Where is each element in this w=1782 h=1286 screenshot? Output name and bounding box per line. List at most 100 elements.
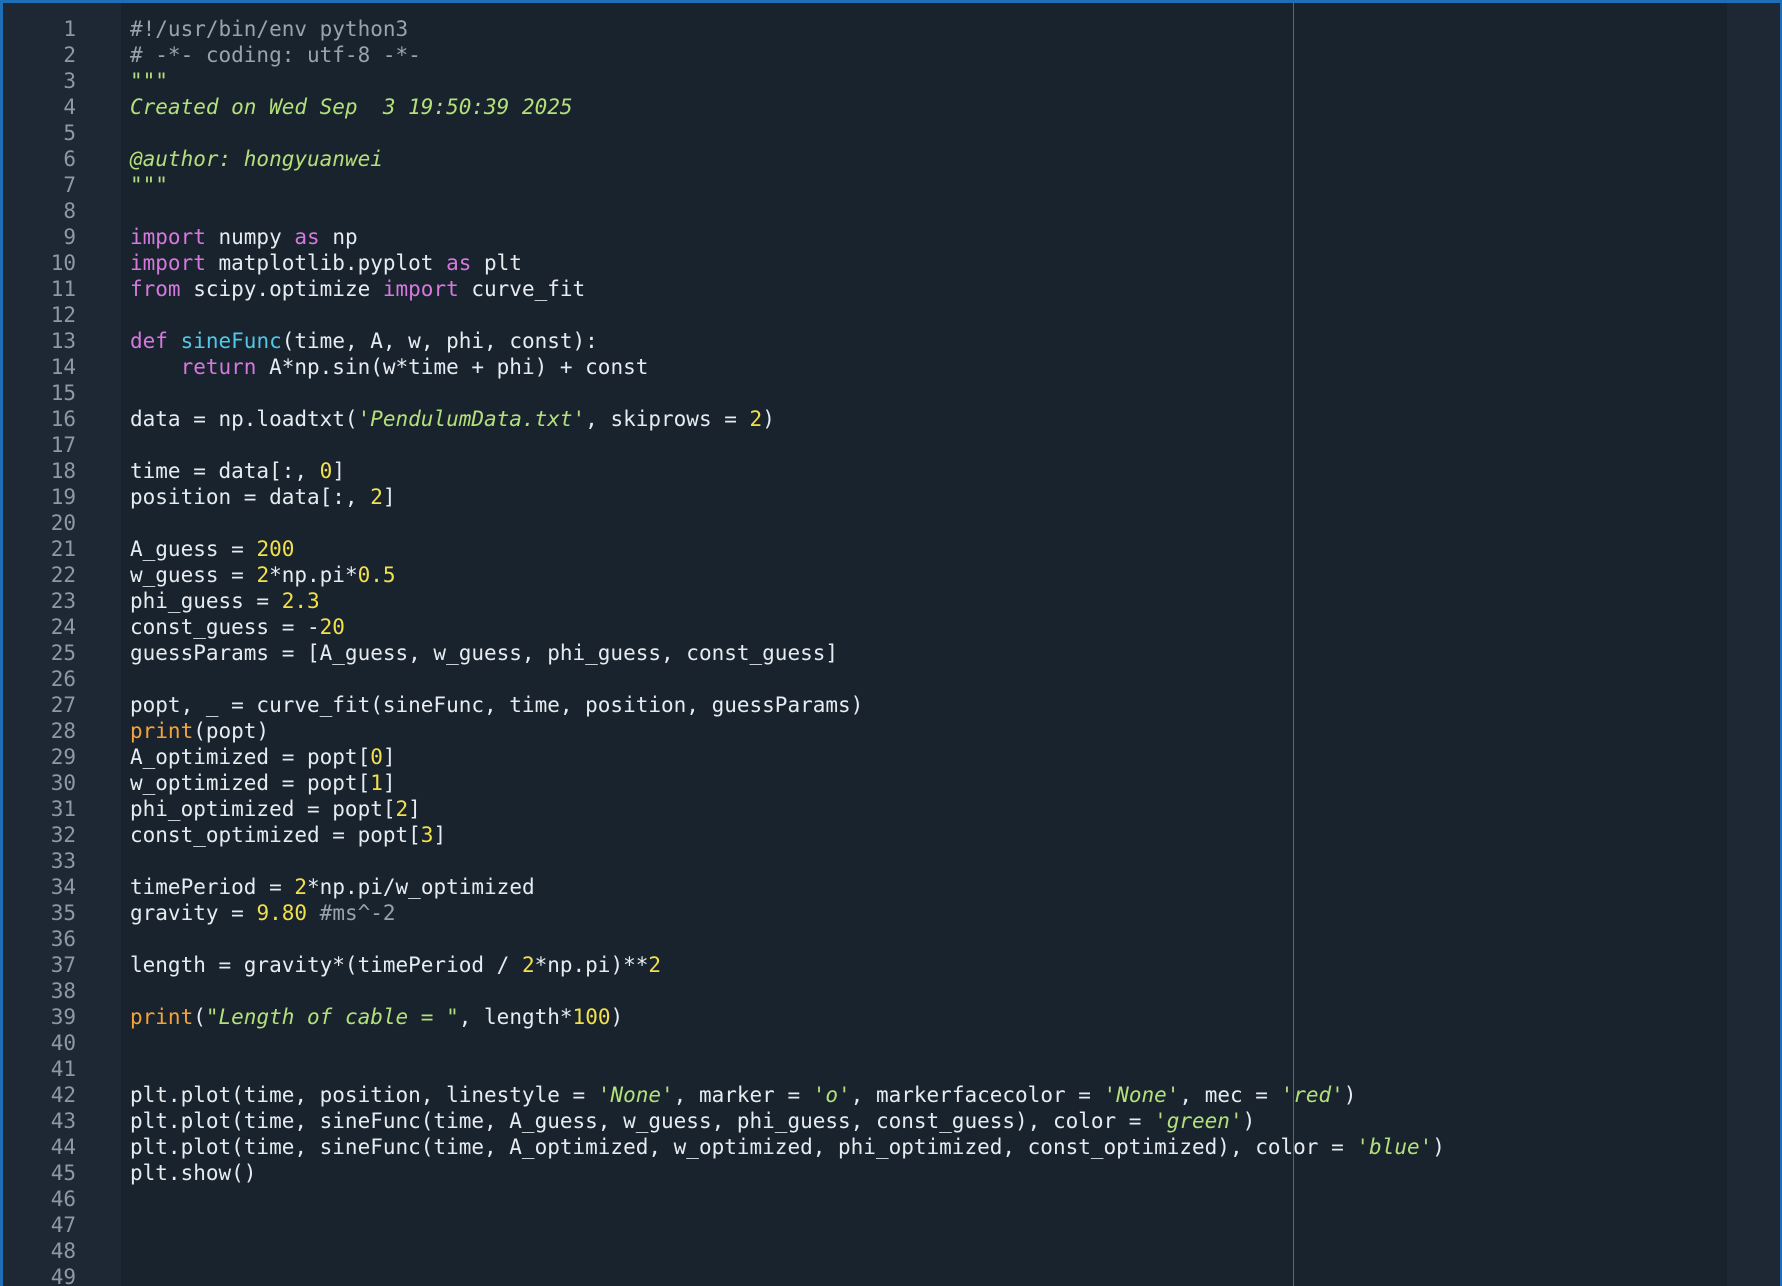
text-token: plt xyxy=(471,251,522,275)
line-number: 44 xyxy=(50,1135,76,1159)
code-line[interactable]: phi_optimized = popt[2] xyxy=(130,796,421,822)
code-line[interactable]: const_guess = -20 xyxy=(130,614,345,640)
text-token: const_optimized = popt[ xyxy=(130,823,421,847)
text-token: guessParams = [A_guess, w_guess, phi_gue… xyxy=(130,641,839,665)
text-token: (time, A, w, phi, const): xyxy=(281,329,598,353)
number-token: 200 xyxy=(256,537,295,561)
code-line[interactable]: plt.plot(time, sineFunc(time, A_guess, w… xyxy=(130,1108,1255,1134)
line-number: 32 xyxy=(50,823,76,847)
number-token: 20 xyxy=(319,615,345,639)
string-token: "Length of cable = " xyxy=(205,1005,459,1029)
keyword-token: from xyxy=(130,277,181,301)
text-token: w_optimized = popt[ xyxy=(130,771,371,795)
text-token: , mec = xyxy=(1179,1083,1281,1107)
text-token: (popt) xyxy=(193,719,270,743)
docstring-token: """ xyxy=(130,69,168,93)
number-token: 2 xyxy=(395,797,409,821)
line-number: 16 xyxy=(50,407,76,431)
text-token: phi_guess = xyxy=(130,589,282,613)
code-line[interactable]: from scipy.optimize import curve_fit xyxy=(130,276,585,302)
string-token: 'o' xyxy=(812,1083,851,1107)
overview-ruler[interactable] xyxy=(1727,3,1780,1286)
line-number: 7 xyxy=(63,173,76,197)
code-line[interactable]: const_optimized = popt[3] xyxy=(130,822,446,848)
code-line[interactable]: data = np.loadtxt('PendulumData.txt', sk… xyxy=(130,406,775,432)
number-token: 3 xyxy=(420,823,434,847)
text-token: ] xyxy=(332,459,345,483)
code-line[interactable]: """ xyxy=(130,68,168,94)
code-line[interactable]: length = gravity*(timePeriod / 2*np.pi)*… xyxy=(130,952,661,978)
code-line[interactable]: #!/usr/bin/env python3 xyxy=(130,16,408,42)
string-token: 'None' xyxy=(597,1083,674,1107)
line-number: 22 xyxy=(50,563,76,587)
line-number: 35 xyxy=(50,901,76,925)
code-line[interactable]: # -*- coding: utf-8 -*- xyxy=(130,42,421,68)
line-number: 3 xyxy=(63,69,76,93)
code-line[interactable]: Created on Wed Sep 3 19:50:39 2025 xyxy=(130,94,573,120)
code-area[interactable]: #!/usr/bin/env python3 # -*- coding: utf-… xyxy=(121,3,1780,1286)
line-number-gutter: 1 2 3 4 5 6 7 8 9 10 11 12 13 14 15 16 17 18 19 20 21 22 23 24 2… xyxy=(3,3,121,1286)
comment-token: #ms^-2 xyxy=(319,901,396,925)
text-token: phi_optimized = popt[ xyxy=(130,797,396,821)
line-number: 14 xyxy=(50,355,76,379)
code-editor[interactable]: 1 2 3 4 5 6 7 8 9 10 11 12 13 14 15 16 17 18 19 20 21 22 23 24 2… xyxy=(0,0,1782,1286)
code-line[interactable]: position = data[:, 2] xyxy=(130,484,396,510)
number-token: 2 xyxy=(294,875,308,899)
code-line[interactable]: A_optimized = popt[0] xyxy=(130,744,396,770)
line-number: 42 xyxy=(50,1083,76,1107)
line-number: 21 xyxy=(50,537,76,561)
text-token: , length* xyxy=(458,1005,573,1029)
keyword-token: import xyxy=(382,277,459,301)
code-line[interactable]: """ xyxy=(130,172,168,198)
text-token: , skiprows = xyxy=(585,407,750,431)
code-line[interactable]: import matplotlib.pyplot as plt xyxy=(130,250,522,276)
code-line[interactable]: time = data[:, 0] xyxy=(130,458,345,484)
string-token: 'None' xyxy=(1103,1083,1180,1107)
line-number: 25 xyxy=(50,641,76,665)
text-token: popt, _ = curve_fit(sineFunc, time, posi… xyxy=(130,693,864,717)
line-number: 40 xyxy=(50,1031,76,1055)
code-line[interactable]: popt, _ = curve_fit(sineFunc, time, posi… xyxy=(130,692,863,718)
number-token: 2 xyxy=(648,953,662,977)
code-line[interactable]: plt.show() xyxy=(130,1160,256,1186)
line-number: 13 xyxy=(50,329,76,353)
text-token: length = gravity*(timePeriod / xyxy=(130,953,522,977)
docstring-token: @author: hongyuanwei xyxy=(130,147,383,171)
number-token: 0 xyxy=(319,459,333,483)
code-line[interactable]: gravity = 9.80 #ms^-2 xyxy=(130,900,396,926)
code-line[interactable]: def sineFunc(time, A, w, phi, const): xyxy=(130,328,598,354)
text-token: , markerfacecolor = xyxy=(850,1083,1104,1107)
code-line[interactable]: guessParams = [A_guess, w_guess, phi_gue… xyxy=(130,640,838,666)
comment-token: # -*- coding: utf-8 -*- xyxy=(130,43,421,67)
line-number: 2 xyxy=(63,43,76,67)
code-line[interactable]: return A*np.sin(w*time + phi) + const xyxy=(130,354,649,380)
code-line[interactable]: phi_guess = 2.3 xyxy=(130,588,320,614)
text-token: np xyxy=(319,225,358,249)
code-line[interactable]: print("Length of cable = ", length*100) xyxy=(130,1004,623,1030)
code-line[interactable]: import numpy as np xyxy=(130,224,358,250)
code-line[interactable]: plt.plot(time, sineFunc(time, A_optimize… xyxy=(130,1134,1445,1160)
string-token: 'green' xyxy=(1154,1109,1243,1133)
code-line[interactable]: timePeriod = 2*np.pi/w_optimized xyxy=(130,874,535,900)
text-token: ] xyxy=(382,745,396,769)
line-number: 15 xyxy=(50,381,76,405)
line-number: 49 xyxy=(50,1265,76,1286)
code-line[interactable]: w_optimized = popt[1] xyxy=(130,770,396,796)
string-token: 'red' xyxy=(1280,1083,1344,1107)
text-token: curve_fit xyxy=(458,277,586,301)
code-line[interactable]: @author: hongyuanwei xyxy=(130,146,383,172)
code-line[interactable]: print(popt) xyxy=(130,718,269,744)
number-token: 9.80 xyxy=(256,901,308,925)
number-token: 2 xyxy=(256,563,270,587)
code-line[interactable]: w_guess = 2*np.pi*0.5 xyxy=(130,562,396,588)
code-line[interactable]: plt.plot(time, position, linestyle = 'No… xyxy=(130,1082,1356,1108)
number-token: 2 xyxy=(521,953,535,977)
text-token: ) xyxy=(1343,1083,1357,1107)
code-line[interactable]: A_guess = 200 xyxy=(130,536,294,562)
line-number: 23 xyxy=(50,589,76,613)
text-token: A_guess = xyxy=(130,537,257,561)
keyword-token: as xyxy=(446,251,472,275)
text-token: ( xyxy=(193,1005,206,1029)
line-number: 48 xyxy=(50,1239,76,1263)
